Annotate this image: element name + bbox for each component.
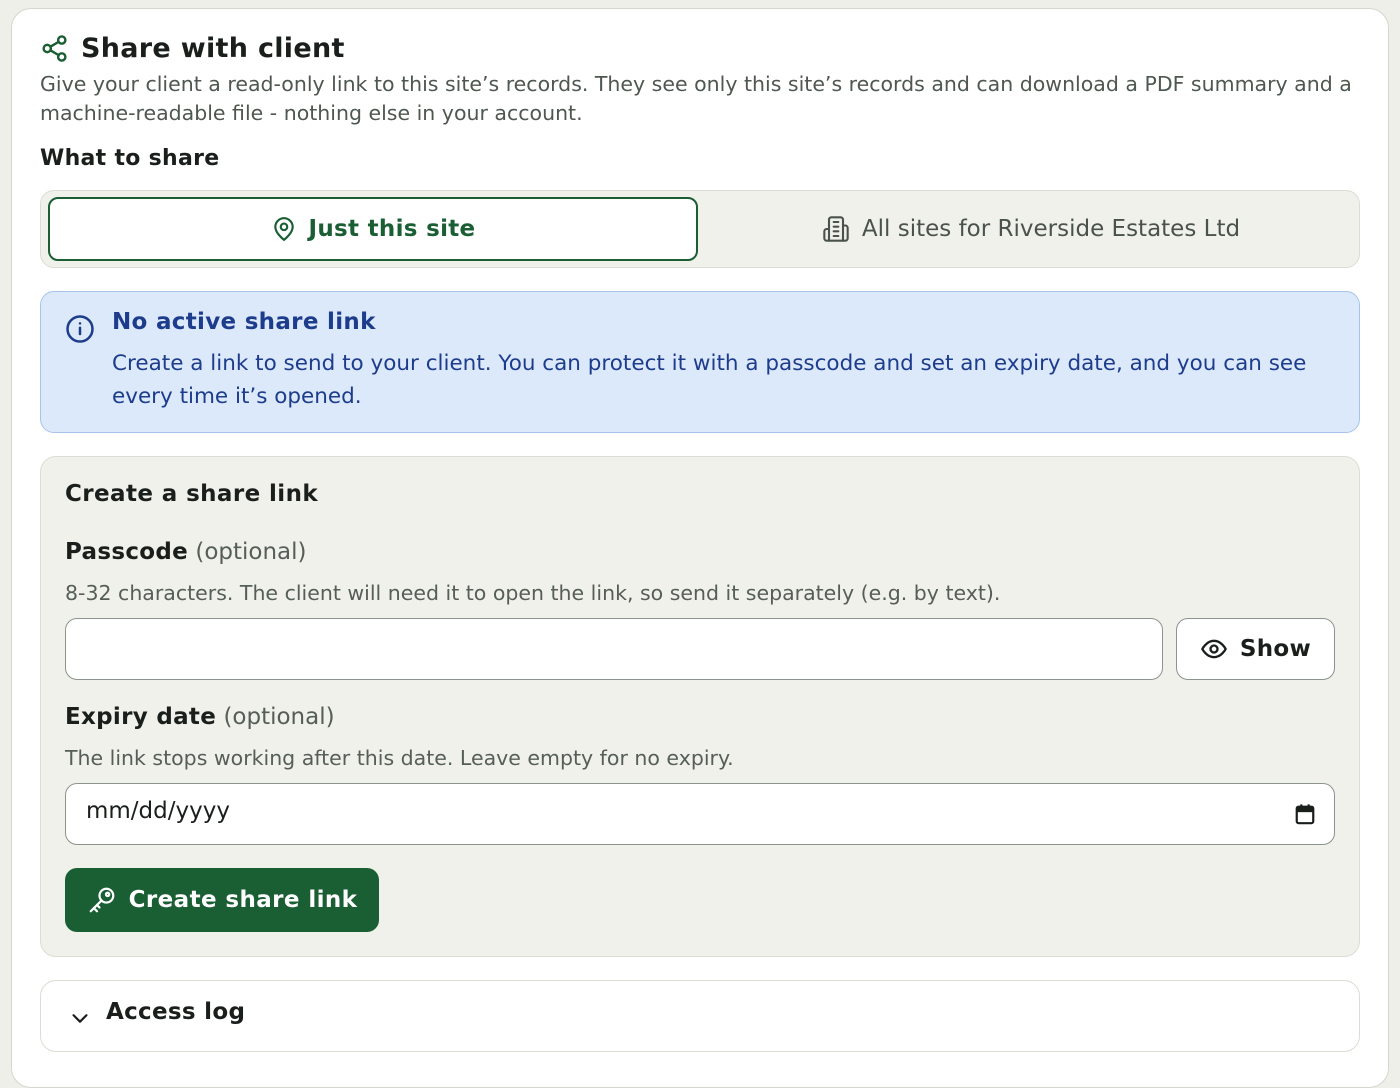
form-heading: Create a share link xyxy=(65,481,319,507)
building-icon xyxy=(823,216,849,242)
create-button-label: Create share link xyxy=(128,887,358,913)
chevron-down-icon xyxy=(72,1014,88,1023)
scope-toggle: Just this site All sites for Riverside E… xyxy=(40,190,1360,268)
expiry-hint: The link stops working after this date. … xyxy=(65,746,734,770)
create-link-form: Create a share link Passcode (optional) … xyxy=(40,456,1360,957)
share-icon xyxy=(40,34,69,63)
show-label: Show xyxy=(1239,636,1312,662)
scope-option-label: All sites for Riverside Estates Ltd xyxy=(861,216,1241,242)
intro-text: Give your client a read-only link to thi… xyxy=(40,72,1352,125)
eye-icon xyxy=(1201,639,1227,659)
show-passcode-button[interactable]: Show xyxy=(1176,618,1335,680)
scope-option-this-site[interactable]: Just this site xyxy=(48,197,698,261)
access-log-label: Access log xyxy=(106,999,246,1025)
info-icon xyxy=(66,315,94,343)
passcode-label-text: Passcode xyxy=(65,539,189,565)
create-share-link-button[interactable]: Create share link xyxy=(65,868,379,932)
card-header: Share with client xyxy=(40,33,345,64)
passcode-input[interactable] xyxy=(65,618,1163,680)
calendar-icon[interactable] xyxy=(1294,803,1316,825)
scope-option-all-sites[interactable]: All sites for Riverside Estates Ltd xyxy=(706,197,1356,261)
passcode-label: Passcode (optional) xyxy=(65,539,307,565)
date-placeholder: mm/dd/yyyy xyxy=(86,798,230,824)
expiry-label-text: Expiry date xyxy=(65,704,217,730)
expiry-optional: (optional) xyxy=(223,704,335,730)
access-log-toggle[interactable]: Access log xyxy=(40,980,1360,1052)
expiry-date-input[interactable]: mm/dd/yyyy xyxy=(65,783,1335,845)
notice-body: Create a link to send to your client. Yo… xyxy=(112,351,1307,409)
scope-option-label: Just this site xyxy=(308,216,476,242)
no-link-notice: No active share link Create a link to se… xyxy=(40,291,1360,433)
scope-label: What to share xyxy=(40,146,220,171)
passcode-optional: (optional) xyxy=(195,539,307,565)
expiry-label: Expiry date (optional) xyxy=(65,704,335,730)
key-icon xyxy=(89,887,115,913)
map-pin-icon xyxy=(273,217,294,241)
passcode-hint: 8-32 characters. The client will need it… xyxy=(65,581,1001,605)
notice-title: No active share link xyxy=(112,309,376,335)
page-title: Share with client xyxy=(81,33,345,64)
